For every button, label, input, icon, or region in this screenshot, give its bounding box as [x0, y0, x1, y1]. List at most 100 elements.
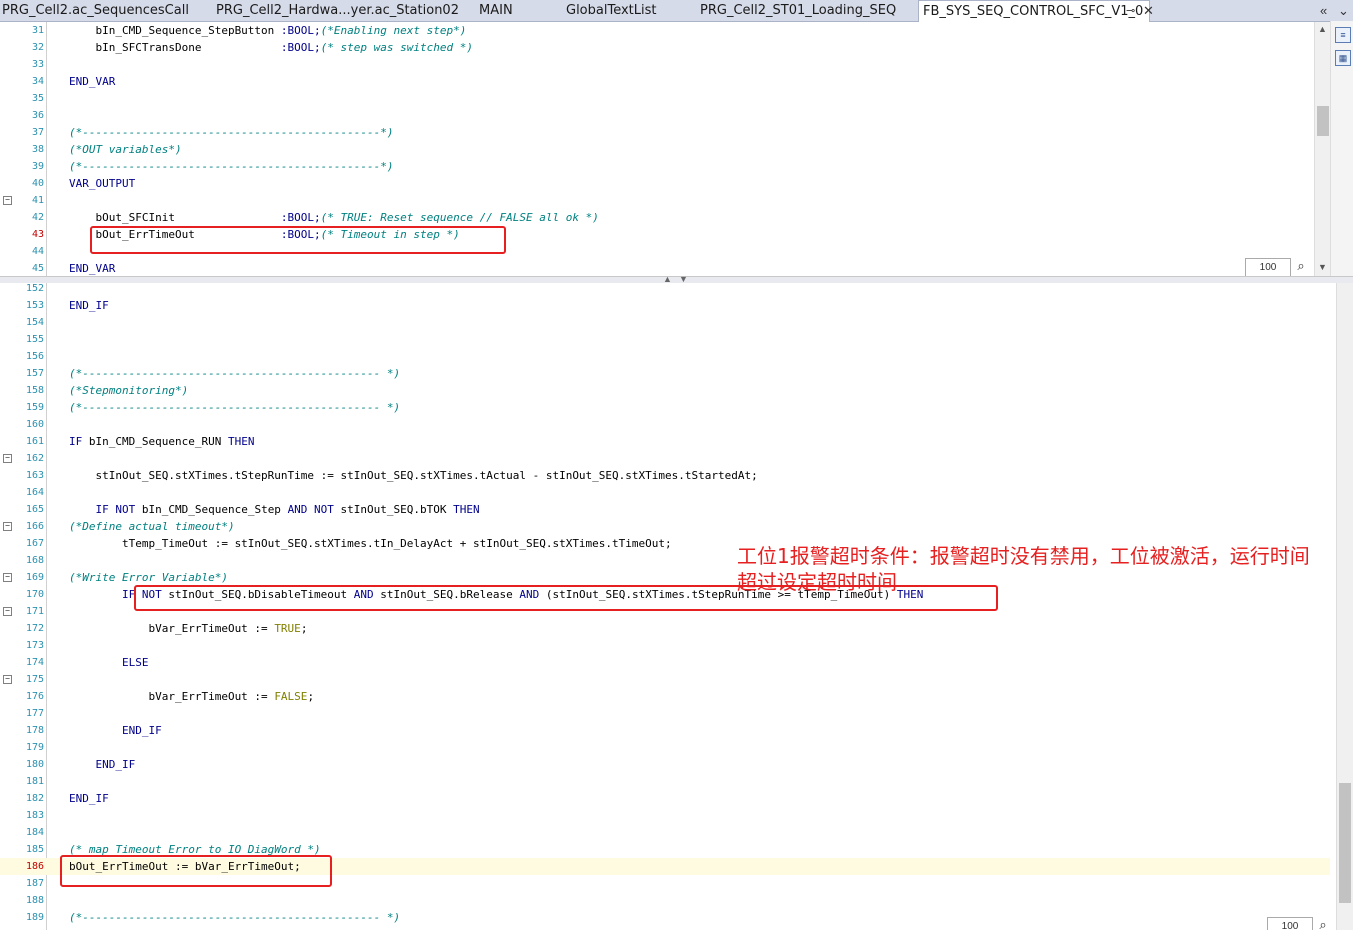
code-line[interactable]: 42 bOut_SFCInit :BOOL;(* TRUE: Reset seq…: [0, 209, 1330, 226]
code-line[interactable]: 182 END_IF: [0, 790, 1330, 807]
line-number: 39: [31, 161, 44, 172]
code-line[interactable]: −169 (*Write Error Variable*): [0, 569, 1330, 586]
code-text[interactable]: END_IF: [69, 297, 109, 314]
code-line[interactable]: 188: [0, 892, 1330, 909]
line-number: 156: [25, 351, 44, 362]
code-text[interactable]: (*Define actual timeout*): [69, 518, 235, 535]
code-text[interactable]: (*Write Error Variable*): [69, 569, 228, 586]
code-line[interactable]: 174 ELSE: [0, 654, 1330, 671]
code-line[interactable]: 40 VAR_OUTPUT: [0, 175, 1330, 192]
pin-icon[interactable]: ⊸: [1126, 4, 1135, 17]
code-text[interactable]: tTemp_TimeOut := stInOut_SEQ.stXTimes.tI…: [69, 535, 672, 552]
code-line[interactable]: 158 (*Stepmonitoring*): [0, 382, 1330, 399]
code-line[interactable]: 160: [0, 416, 1330, 433]
code-line[interactable]: 36: [0, 107, 1330, 124]
line-number: 40: [31, 178, 44, 189]
zoom-level-box[interactable]: 100: [1245, 258, 1291, 276]
code-text[interactable]: END_IF: [69, 756, 135, 773]
scrollbar-thumb[interactable]: [1317, 106, 1329, 136]
code-line[interactable]: 153 END_IF: [0, 297, 1330, 314]
code-line[interactable]: 179: [0, 739, 1330, 756]
tab-fb-sys-seq-control-sfc[interactable]: FB_SYS_SEQ_CONTROL_SFC_V1_0: [918, 0, 1150, 22]
code-line[interactable]: 180 END_IF: [0, 756, 1330, 773]
code-token: ;: [300, 622, 308, 635]
code-text[interactable]: IF NOT bIn_CMD_Sequence_Step AND NOT stI…: [69, 501, 479, 518]
code-line[interactable]: −175: [0, 671, 1330, 688]
code-token: stInOut_SEQ.stXTimes.tStepRunTime := stI…: [69, 469, 758, 482]
code-keyword: :BOOL;: [280, 41, 321, 54]
tab-globaltextlist[interactable]: GlobalTextList: [566, 0, 657, 21]
code-line[interactable]: 177: [0, 705, 1330, 722]
code-line[interactable]: 184: [0, 824, 1330, 841]
tab-prg-cell2-sequencescall[interactable]: PRG_Cell2.ac_SequencesCall: [2, 0, 189, 21]
code-line[interactable]: −41: [0, 192, 1330, 209]
code-line[interactable]: 173: [0, 637, 1330, 654]
line-number: 162: [25, 453, 44, 464]
code-line[interactable]: 165 IF NOT bIn_CMD_Sequence_Step AND NOT…: [0, 501, 1330, 518]
code-text[interactable]: bVar_ErrTimeOut := FALSE;: [69, 688, 314, 705]
textual-view-icon[interactable]: ≡: [1335, 27, 1351, 43]
code-line[interactable]: 35: [0, 90, 1330, 107]
scroll-down-icon[interactable]: ▼: [1318, 262, 1327, 272]
code-line[interactable]: 32 bIn_SFCTransDone :BOOL;(* step was sw…: [0, 39, 1330, 56]
code-text[interactable]: (*--------------------------------------…: [69, 158, 394, 175]
code-line[interactable]: 181: [0, 773, 1330, 790]
code-text[interactable]: ELSE: [69, 654, 149, 671]
zoom-magnifier-icon[interactable]: ⌕: [1293, 258, 1309, 274]
code-line[interactable]: 155: [0, 331, 1330, 348]
code-text[interactable]: END_VAR: [69, 73, 115, 90]
code-line[interactable]: 154: [0, 314, 1330, 331]
code-text[interactable]: END_IF: [69, 790, 109, 807]
tab-list-dropdown-icon[interactable]: ⌄: [1338, 0, 1349, 21]
code-text[interactable]: bOut_SFCInit :BOOL;(* TRUE: Reset sequen…: [69, 209, 598, 226]
code-line[interactable]: 33: [0, 56, 1330, 73]
tab-scroll-left-icon[interactable]: «: [1320, 0, 1327, 21]
code-line[interactable]: 172 bVar_ErrTimeOut := TRUE;: [0, 620, 1330, 637]
tab-prg-cell2-st01-loading-seq[interactable]: PRG_Cell2_ST01_Loading_SEQ: [700, 0, 896, 21]
code-line[interactable]: 37 (*------------------------------------…: [0, 124, 1330, 141]
code-line[interactable]: 159 (*-----------------------------------…: [0, 399, 1330, 416]
code-text[interactable]: END_IF: [69, 722, 162, 739]
code-text[interactable]: (*--------------------------------------…: [69, 399, 400, 416]
code-line[interactable]: 178 END_IF: [0, 722, 1330, 739]
code-text[interactable]: VAR_OUTPUT: [69, 175, 135, 192]
code-line[interactable]: −162: [0, 450, 1330, 467]
code-line[interactable]: 176 bVar_ErrTimeOut := FALSE;: [0, 688, 1330, 705]
implementation-vertical-scrollbar[interactable]: [1336, 283, 1353, 930]
code-text[interactable]: (*OUT variables*): [69, 141, 182, 158]
code-text[interactable]: bIn_CMD_Sequence_StepButton :BOOL;(*Enab…: [69, 22, 466, 39]
code-text[interactable]: END_VAR: [69, 260, 115, 276]
code-text[interactable]: (*--------------------------------------…: [69, 124, 394, 141]
code-line[interactable]: 39 (*------------------------------------…: [0, 158, 1330, 175]
tabular-view-icon[interactable]: ▦: [1335, 50, 1351, 66]
code-line[interactable]: 163 stInOut_SEQ.stXTimes.tStepRunTime :=…: [0, 467, 1330, 484]
code-line[interactable]: 156: [0, 348, 1330, 365]
close-icon[interactable]: ✕: [1143, 0, 1154, 21]
code-token: ;: [307, 690, 315, 703]
code-text[interactable]: bIn_SFCTransDone :BOOL;(* step was switc…: [69, 39, 473, 56]
code-line[interactable]: 161 IF bIn_CMD_Sequence_RUN THEN: [0, 433, 1330, 450]
code-line[interactable]: 157 (*-----------------------------------…: [0, 365, 1330, 382]
code-text[interactable]: IF bIn_CMD_Sequence_RUN THEN: [69, 433, 254, 450]
line-number: 189: [25, 912, 44, 923]
scroll-up-icon[interactable]: ▲: [1318, 24, 1327, 34]
code-text[interactable]: stInOut_SEQ.stXTimes.tStepRunTime := stI…: [69, 467, 758, 484]
code-text[interactable]: (*Stepmonitoring*): [69, 382, 188, 399]
code-line[interactable]: −166 (*Define actual timeout*): [0, 518, 1330, 535]
zoom-magnifier-icon[interactable]: ⌕: [1315, 917, 1331, 930]
zoom-level-box[interactable]: 100: [1267, 917, 1313, 930]
code-line[interactable]: 164: [0, 484, 1330, 501]
tab-prg-cell2-hardware-station02[interactable]: PRG_Cell2_Hardwa...yer.ac_Station02: [216, 0, 459, 21]
code-line[interactable]: 34 END_VAR: [0, 73, 1330, 90]
code-line[interactable]: 152: [0, 283, 1330, 297]
code-line[interactable]: 189 (*-----------------------------------…: [0, 909, 1330, 926]
code-line[interactable]: 38 (*OUT variables*): [0, 141, 1330, 158]
tab-main[interactable]: MAIN: [479, 0, 513, 21]
code-text[interactable]: bVar_ErrTimeOut := TRUE;: [69, 620, 307, 637]
scrollbar-thumb[interactable]: [1339, 783, 1351, 903]
code-text[interactable]: (*--------------------------------------…: [69, 365, 400, 382]
code-text[interactable]: (*--------------------------------------…: [69, 909, 400, 926]
code-line[interactable]: 183: [0, 807, 1330, 824]
code-line[interactable]: 31 bIn_CMD_Sequence_StepButton :BOOL;(*E…: [0, 22, 1330, 39]
declaration-vertical-scrollbar[interactable]: ▲ ▼: [1314, 22, 1331, 276]
